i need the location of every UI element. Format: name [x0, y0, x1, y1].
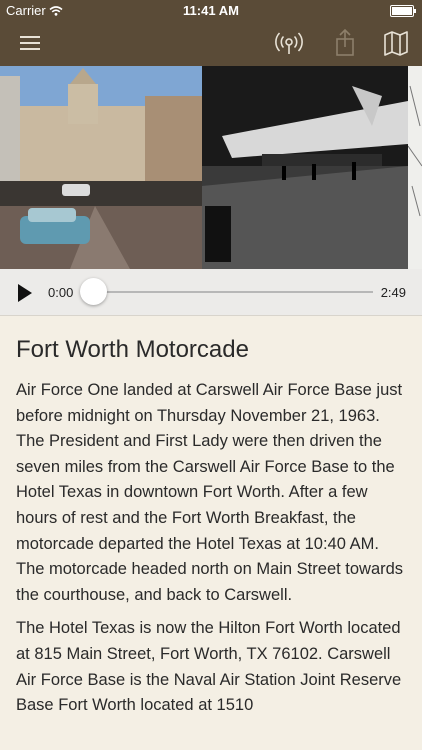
menu-button[interactable]: [14, 27, 46, 59]
current-time: 0:00: [48, 285, 74, 300]
hamburger-icon: [20, 36, 40, 50]
navigation-bar: [0, 20, 422, 66]
beacon-button[interactable]: [273, 27, 305, 59]
article-paragraph: Air Force One landed at Carswell Air For…: [16, 381, 404, 604]
progress-slider-thumb[interactable]: [80, 278, 107, 305]
battery-icon: [390, 5, 416, 17]
play-icon[interactable]: [18, 284, 32, 302]
map-icon: [384, 31, 408, 56]
share-icon: [336, 28, 354, 56]
motorcade-street-photo[interactable]: [0, 66, 202, 269]
clock: 11:41 AM: [183, 3, 239, 18]
status-bar: Carrier 11:41 AM: [0, 0, 422, 20]
photo-gallery[interactable]: [0, 66, 422, 269]
article-title: Fort Worth Motorcade: [16, 336, 249, 363]
air-force-one-night-photo[interactable]: [202, 66, 408, 269]
duration: 2:49: [380, 285, 406, 300]
share-button[interactable]: [329, 27, 361, 59]
article-paragraph: The Hotel Texas is now the Hilton Fort W…: [16, 619, 402, 715]
radio-waves-icon: [275, 32, 303, 54]
progress-track[interactable]: [93, 291, 373, 293]
article: Fort Worth Motorcade Air Force One lande…: [16, 318, 408, 727]
audio-player: 0:00 2:49: [0, 269, 422, 316]
map-clipping-photo[interactable]: [408, 66, 422, 269]
map-button[interactable]: [380, 27, 412, 59]
